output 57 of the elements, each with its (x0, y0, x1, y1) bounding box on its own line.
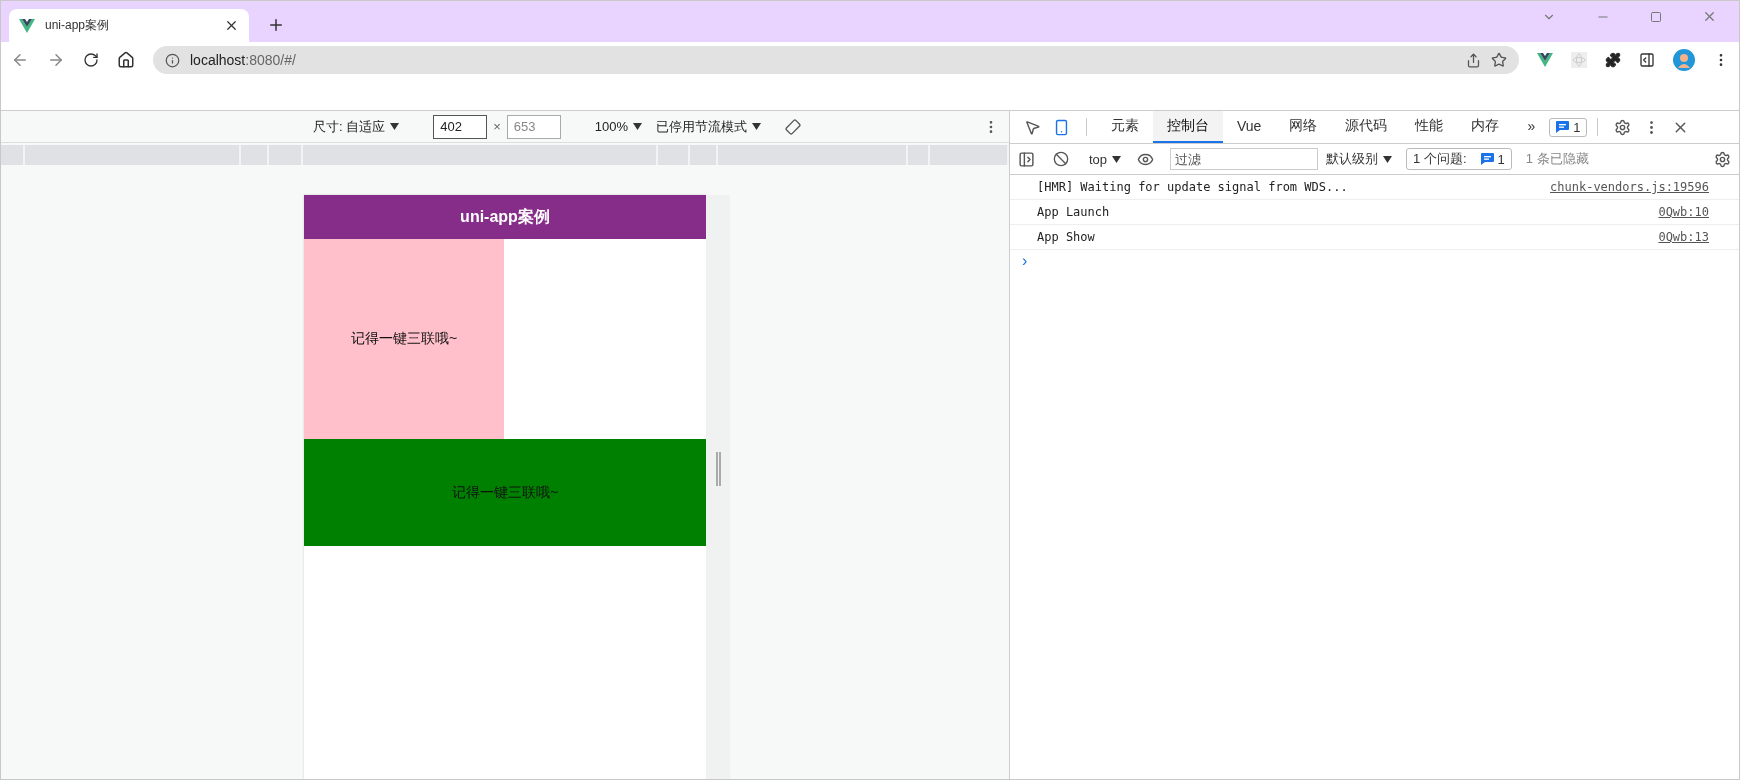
avatar-icon[interactable] (1673, 49, 1695, 71)
puzzle-icon[interactable] (1605, 52, 1621, 68)
message-icon (1556, 121, 1570, 133)
caret-icon (752, 123, 762, 130)
width-field[interactable]: 402 (433, 114, 488, 139)
tab-title: uni-app案例 (45, 17, 111, 34)
message-icon (1480, 153, 1494, 165)
vue-logo-icon (19, 18, 35, 33)
caret-icon (1112, 155, 1122, 163)
rotate-icon[interactable] (785, 118, 802, 135)
new-tab-icon[interactable] (267, 16, 285, 34)
issues-button[interactable]: 1 个问题: 1 (1406, 148, 1512, 170)
filter-field[interactable]: 过滤 (1170, 148, 1319, 170)
issues-badge[interactable]: 1 (1549, 117, 1588, 137)
level-dropdown[interactable]: 默认级别 (1326, 150, 1393, 168)
more-tabs-button[interactable]: » (1513, 111, 1550, 143)
zoom-dropdown[interactable]: 100% (594, 119, 643, 134)
context-dropdown[interactable]: top (1089, 151, 1122, 167)
vue-logo-icon[interactable] (1537, 53, 1553, 67)
settings-icon[interactable] (1714, 150, 1731, 168)
sidebar-toggle-icon[interactable] (1018, 150, 1035, 168)
source-link[interactable]: chunk-vendors.js:19596 (1550, 180, 1709, 194)
caret-icon (633, 123, 643, 130)
height-field[interactable]: 653 (506, 114, 561, 139)
devtools-tab[interactable]: 元素 (1097, 111, 1153, 143)
devtools-tab[interactable]: 性能 (1401, 111, 1458, 143)
maximize-icon[interactable] (1650, 9, 1662, 24)
devtools-tab[interactable]: 源代码 (1331, 111, 1402, 143)
devtools-tab[interactable]: 网络 (1275, 111, 1332, 143)
caret-icon (390, 123, 400, 130)
console-message: [HMR] Waiting for update signal from WDS... (1037, 180, 1348, 194)
close-icon[interactable] (224, 18, 239, 33)
colored-block: 记得一键三联哦~ (304, 239, 504, 439)
address-bar[interactable]: localhost:8080/#/ (153, 46, 1519, 74)
dimensions-dropdown[interactable]: 尺寸: 自适应 (313, 117, 400, 136)
resize-handle[interactable] (715, 452, 721, 486)
source-link[interactable]: 0Qwb:10 (1658, 205, 1709, 219)
colored-block: 记得一键三联哦~ (304, 439, 706, 546)
times-sign: × (493, 119, 501, 134)
throttle-dropdown[interactable]: 已停用节流模式 (656, 117, 762, 136)
reload-icon[interactable] (83, 52, 99, 68)
console-message: App Show (1037, 230, 1095, 244)
browser-tab[interactable]: uni-app案例 (9, 9, 249, 42)
devtools-tab[interactable]: Vue (1223, 111, 1276, 143)
prompt-caret[interactable]: › (1010, 250, 1028, 270)
hidden-count: 1 条已隐藏 (1525, 150, 1589, 168)
forward-icon[interactable] (47, 51, 65, 69)
source-link[interactable]: 0Qwb:13 (1658, 230, 1709, 244)
app-header-title: uni-app案例 (304, 195, 706, 239)
side-panel-icon[interactable] (1639, 52, 1655, 68)
home-icon[interactable] (117, 51, 135, 69)
devtools-tab[interactable]: 内存 (1457, 111, 1514, 143)
back-icon[interactable] (11, 51, 29, 69)
console-message: App Launch (1037, 205, 1110, 219)
clear-console-icon[interactable] (1053, 151, 1069, 167)
devtools-tab[interactable]: 控制台 (1153, 111, 1223, 143)
caret-icon (1383, 155, 1393, 163)
